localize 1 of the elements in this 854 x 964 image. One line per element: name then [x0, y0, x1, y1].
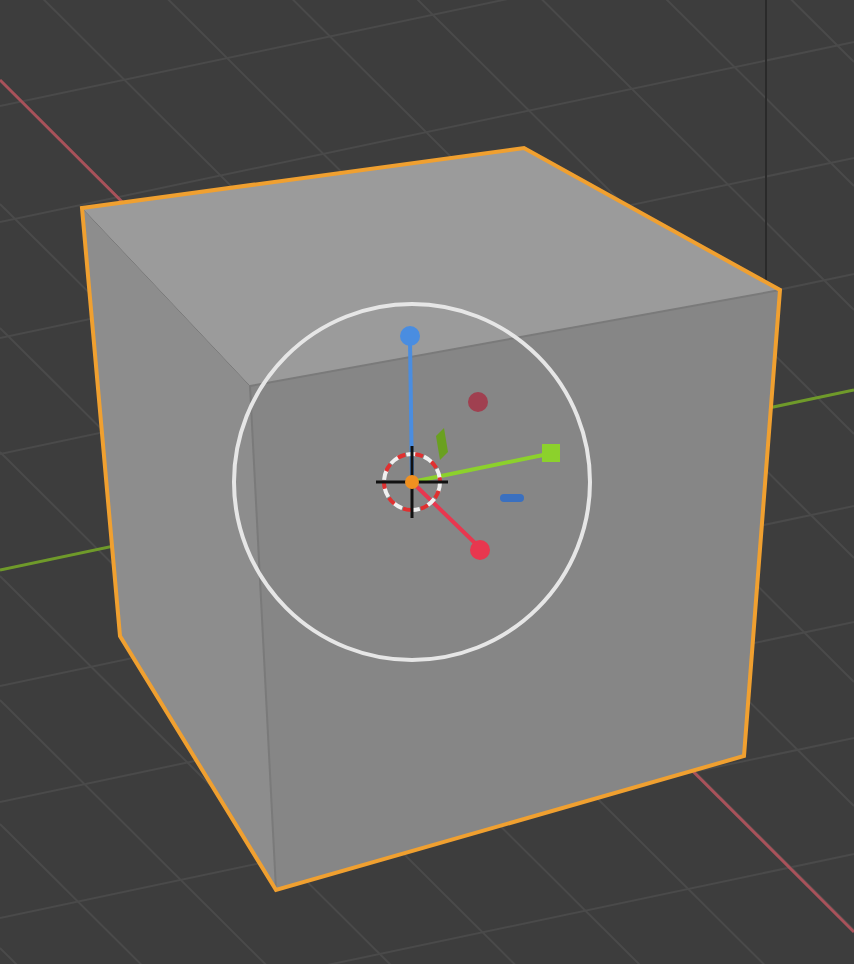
move-gizmo-drawing[interactable] — [232, 302, 592, 662]
